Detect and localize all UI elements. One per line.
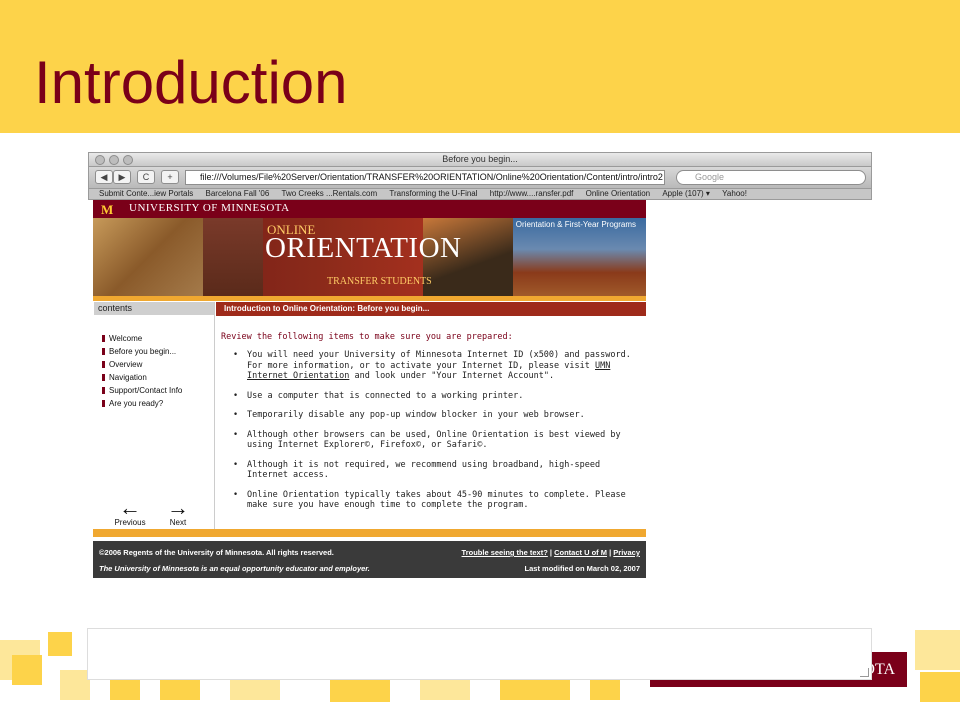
- sidebar-item-label: Are you ready?: [109, 399, 164, 408]
- sidebar-item-label: Support/Contact Info: [109, 386, 183, 395]
- bullet-icon: [102, 335, 105, 343]
- program-link[interactable]: Orientation & First-Year Programs: [516, 220, 636, 229]
- page-footer: ©2006 Regents of the University of Minne…: [93, 541, 646, 578]
- copyright-text: ©2006 Regents of the University of Minne…: [99, 548, 334, 557]
- sidebar-item-support[interactable]: Support/Contact Info: [102, 384, 182, 397]
- orientation-banner: Orientation & First-Year Programs ONLINE…: [93, 218, 646, 296]
- bookmark-item[interactable]: http://www....ransfer.pdf: [490, 189, 574, 199]
- last-modified: Last modified on March 02, 2007: [524, 564, 640, 573]
- decorative-block: [500, 680, 570, 700]
- sidebar-item-welcome[interactable]: Welcome: [102, 332, 182, 345]
- back-button[interactable]: ◀: [95, 170, 113, 184]
- content-heading: Introduction to Online Orientation: Befo…: [216, 302, 646, 316]
- window-title: Before you begin...: [442, 154, 518, 164]
- banner-transfer: TRANSFER STUDENTS: [327, 276, 432, 287]
- decorative-block: [60, 670, 90, 700]
- sidebar-item-before-you-begin[interactable]: Before you begin...: [102, 345, 182, 358]
- list-item: Use a computer that is connected to a wo…: [221, 391, 641, 402]
- sidebar-item-label: Navigation: [109, 373, 147, 382]
- url-field[interactable]: file:///Volumes/File%20Server/Orientatio…: [185, 170, 665, 185]
- add-bookmark-button[interactable]: +: [161, 170, 179, 184]
- bullet-icon: [102, 361, 105, 369]
- next-label: Next: [169, 518, 187, 527]
- resize-handle-icon[interactable]: [860, 668, 869, 677]
- bookmark-item[interactable]: Barcelona Fall '06: [206, 189, 270, 199]
- students-photo: [93, 218, 203, 296]
- divider: [93, 296, 646, 301]
- bookmark-item[interactable]: Submit Conte...iew Portals: [99, 189, 193, 199]
- slide-title: Introduction: [34, 49, 348, 116]
- annotation-box: [87, 628, 872, 680]
- sidebar-heading: contents: [94, 302, 214, 315]
- divider: [93, 529, 646, 537]
- bookmark-item[interactable]: Online Orientation: [586, 189, 650, 199]
- web-page: M University of Minnesota Orientation & …: [93, 200, 646, 578]
- requirements-body: Review the following items to make sure …: [221, 332, 641, 520]
- bookmark-item[interactable]: Transforming the U-Final: [389, 189, 477, 199]
- privacy-link[interactable]: Privacy: [613, 548, 640, 557]
- bookmark-item[interactable]: Yahoo!: [722, 189, 747, 199]
- next-button[interactable]: → Next: [158, 495, 198, 528]
- requirement-text: and look under "Your Internet Account".: [349, 371, 555, 381]
- sidebar-item-label: Overview: [109, 360, 143, 369]
- building-photo: [203, 218, 263, 296]
- forward-button[interactable]: ▶: [113, 170, 131, 184]
- contents-sidebar: contents Welcome Before you begin... Ove…: [94, 302, 215, 529]
- sidebar-item-label: Before you begin...: [109, 347, 177, 356]
- decorative-block: [110, 680, 140, 700]
- bookmarks-bar: Submit Conte...iew Portals Barcelona Fal…: [88, 188, 872, 200]
- decorative-block: [330, 680, 390, 702]
- footer-links: Trouble seeing the text? | Contact U of …: [462, 548, 640, 557]
- decorative-block: [230, 680, 280, 700]
- decorative-block: [590, 680, 620, 700]
- banner-orientation: ORIENTATION: [265, 232, 462, 264]
- decorative-block: [48, 632, 72, 656]
- sidebar-item-navigation[interactable]: Navigation: [102, 371, 182, 384]
- browser-titlebar: Before you begin...: [88, 152, 872, 167]
- list-item: Online Orientation typically takes about…: [221, 490, 641, 511]
- list-item: Although other browsers can be used, Onl…: [221, 430, 641, 451]
- list-item: Temporarily disable any pop-up window bl…: [221, 410, 641, 421]
- trouble-seeing-text-link[interactable]: Trouble seeing the text?: [462, 548, 548, 557]
- bullet-icon: [102, 348, 105, 356]
- reload-button[interactable]: C: [137, 170, 155, 184]
- arrow-right-icon: →: [167, 495, 189, 520]
- decorative-block: [12, 655, 42, 685]
- contact-link[interactable]: Contact U of M: [554, 548, 607, 557]
- arrow-left-icon: ←: [119, 495, 141, 520]
- list-item: You will need your University of Minneso…: [221, 350, 641, 382]
- sidebar-item-are-you-ready[interactable]: Are you ready?: [102, 397, 182, 410]
- campus-photo: [513, 218, 646, 296]
- sidebar-item-overview[interactable]: Overview: [102, 358, 182, 371]
- bullet-icon: [102, 400, 105, 408]
- browser-window: Before you begin... ◀ ▶ C + file:///Volu…: [88, 152, 872, 200]
- decorative-block: [420, 680, 470, 700]
- contents-list: Welcome Before you begin... Overview Nav…: [102, 332, 182, 410]
- bookmark-item[interactable]: Apple (107) ▾: [662, 189, 710, 199]
- decorative-block: [920, 672, 960, 702]
- bullet-icon: [102, 374, 105, 382]
- sidebar-item-label: Welcome: [109, 334, 143, 343]
- main-content: Introduction to Online Orientation: Befo…: [216, 302, 646, 529]
- university-bar: M University of Minnesota: [93, 200, 646, 218]
- university-logo-icon[interactable]: M: [101, 202, 113, 218]
- bookmark-item[interactable]: Two Creeks ...Rentals.com: [282, 189, 378, 199]
- browser-toolbar: ◀ ▶ C + file:///Volumes/File%20Server/Or…: [88, 167, 872, 188]
- search-field[interactable]: Google: [676, 170, 866, 185]
- eeo-statement: The University of Minnesota is an equal …: [99, 564, 370, 573]
- decorative-block: [915, 630, 960, 670]
- bullet-icon: [102, 387, 105, 395]
- previous-label: Previous: [114, 518, 146, 527]
- requirement-text: You will need your University of Minneso…: [247, 350, 631, 371]
- list-item: Although it is not required, we recommen…: [221, 460, 641, 481]
- previous-button[interactable]: ← Previous: [110, 495, 150, 528]
- university-name[interactable]: University of Minnesota: [129, 202, 290, 214]
- decorative-block: [160, 680, 200, 700]
- requirements-intro: Review the following items to make sure …: [221, 332, 513, 342]
